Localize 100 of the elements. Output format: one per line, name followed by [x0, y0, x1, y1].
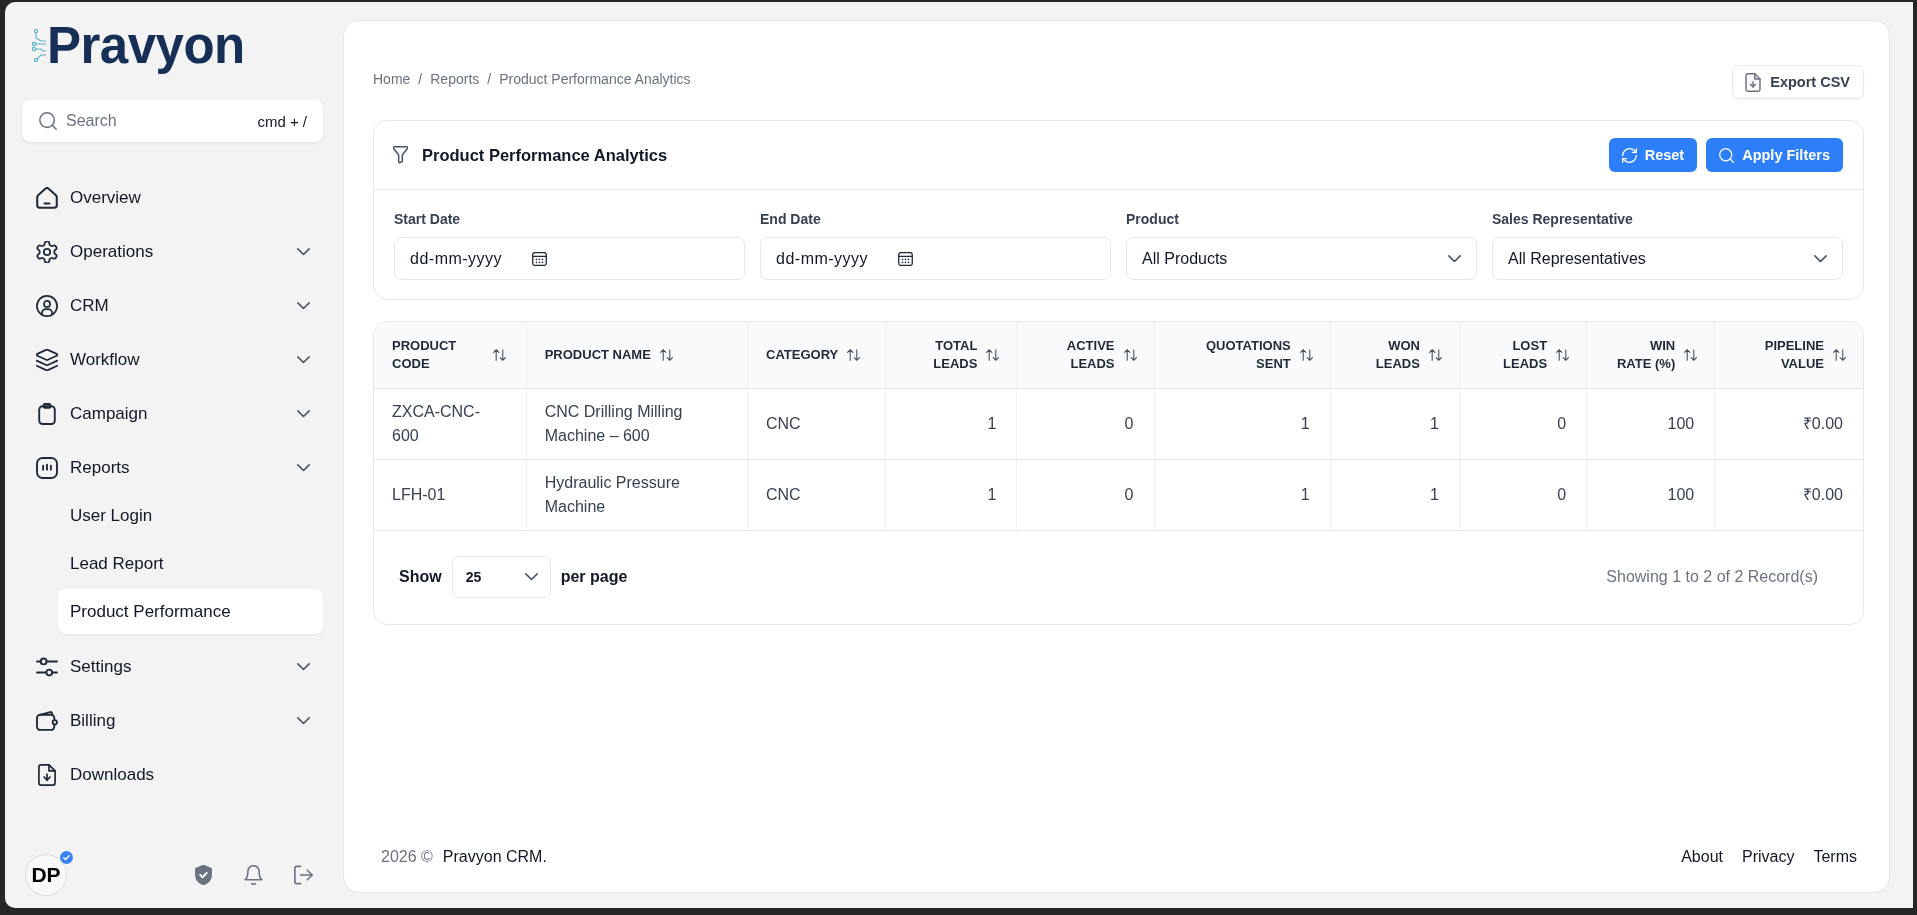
calendar-icon: [898, 251, 913, 266]
breadcrumb-separator: /: [418, 71, 423, 87]
nav-subitem[interactable]: User Login: [58, 493, 323, 538]
table-cell: CNC Drilling Milling Machine – 600: [526, 388, 748, 459]
select-field[interactable]: All Products: [1126, 237, 1477, 280]
table-cell: CNC: [747, 388, 886, 459]
breadcrumb-current: Product Performance Analytics: [499, 71, 691, 87]
field-label: Product: [1126, 211, 1180, 228]
chevron-down-icon: [297, 302, 310, 310]
chevron-down-icon: [297, 356, 310, 364]
breadcrumb-link[interactable]: Home: [373, 71, 411, 87]
layers-icon: [36, 349, 58, 371]
table-cell: LFH-01: [374, 459, 527, 530]
copyright-text: 2026 ©: [381, 848, 433, 865]
column-header: TOTAL LEADS: [932, 336, 978, 373]
sort-icon[interactable]: [659, 348, 673, 361]
file-download-icon: [36, 764, 58, 786]
nav-item[interactable]: Operations: [22, 230, 323, 274]
company-name: Pravyon CRM.: [442, 848, 547, 865]
date-field[interactable]: dd-mm-yyyy: [760, 237, 1111, 280]
pager-label: per page: [560, 568, 628, 586]
field-label: Sales Representative: [1492, 211, 1634, 228]
breadcrumb-link[interactable]: Reports: [430, 71, 480, 87]
gear-icon: [36, 241, 58, 263]
bar-chart-icon: [36, 457, 58, 479]
field-label: Start Date: [394, 211, 462, 228]
sort-icon[interactable]: [1556, 348, 1570, 361]
table-cell: 1: [1154, 388, 1331, 459]
apply-filters-button[interactable]: Apply Filters: [1706, 138, 1843, 172]
column-header: PIPELINE VALUE: [1763, 336, 1824, 373]
nav-item[interactable]: Workflow: [22, 338, 323, 382]
table-cell: ZXCA-CNC-600: [374, 388, 527, 459]
sort-icon[interactable]: [1123, 348, 1137, 361]
chevron-down-icon: [297, 717, 310, 725]
table-cell: CNC: [747, 459, 886, 530]
nav-item[interactable]: Overview: [22, 176, 323, 220]
table-cell: 1: [1330, 459, 1460, 530]
nav-item[interactable]: Settings: [22, 645, 323, 689]
table-cell: ₹0.00: [1714, 388, 1863, 459]
reset-button[interactable]: Reset: [1608, 138, 1698, 172]
bell-icon[interactable]: [244, 865, 263, 885]
nav-item[interactable]: Downloads: [22, 753, 323, 797]
column-header: ACTIVE LEADS: [1065, 336, 1115, 373]
nav-item[interactable]: CRM: [22, 284, 323, 328]
column-header: WIN RATE (%): [1616, 336, 1676, 373]
date-field[interactable]: dd-mm-yyyy: [394, 237, 745, 280]
sort-icon[interactable]: [1299, 348, 1313, 361]
refresh-icon: [1621, 147, 1637, 163]
breadcrumb-separator: /: [487, 71, 492, 87]
table-cell: 1: [885, 388, 1017, 459]
sort-icon[interactable]: [493, 348, 506, 361]
sort-icon[interactable]: [847, 348, 861, 361]
table-cell: 1: [885, 459, 1017, 530]
search-field[interactable]: Search cmd + /: [22, 100, 323, 142]
search-icon: [39, 112, 57, 130]
chevron-down-icon: [524, 573, 538, 581]
sort-icon[interactable]: [1428, 348, 1442, 361]
record-summary: Showing 1 to 2 of 2 Record(s): [1606, 568, 1818, 586]
avatar: DP: [25, 854, 67, 896]
footer-link[interactable]: Terms: [1813, 847, 1857, 867]
clipboard-icon: [36, 403, 58, 425]
chevron-down-icon: [297, 248, 310, 256]
table-cell: Hydraulic Pressure Machine: [526, 459, 748, 530]
nav-item[interactable]: Campaign: [22, 392, 323, 436]
pager-label: Show: [399, 568, 442, 586]
chevron-down-icon: [297, 663, 310, 671]
chevron-down-icon: [297, 410, 310, 418]
chevron-down-icon: [1448, 254, 1461, 263]
shield-check-icon[interactable]: [194, 865, 213, 885]
table-cell: 0: [1459, 459, 1587, 530]
footer-link[interactable]: About: [1681, 847, 1723, 867]
logout-icon[interactable]: [294, 865, 313, 885]
chevron-down-icon: [1814, 254, 1827, 263]
search-icon: [1719, 147, 1735, 163]
table-cell: 100: [1586, 459, 1715, 530]
sort-icon[interactable]: [986, 348, 1000, 361]
column-header: LOST LEADS: [1502, 336, 1548, 373]
logo-text: Pravyon: [47, 16, 245, 76]
select-field[interactable]: All Representatives: [1492, 237, 1843, 280]
house-icon: [36, 187, 58, 209]
table-cell: 0: [1016, 388, 1154, 459]
nav-subitem[interactable]: Product Performance: [58, 589, 323, 634]
export-csv-button[interactable]: Export CSV: [1732, 65, 1864, 99]
table-cell: 1: [1154, 459, 1331, 530]
footer-link[interactable]: Privacy: [1742, 847, 1795, 867]
nav-item[interactable]: Billing: [22, 699, 323, 743]
circuit-icon: [32, 27, 46, 65]
column-header: QUOTATIONS SENT: [1205, 336, 1291, 373]
sort-icon[interactable]: [1833, 348, 1846, 361]
sort-icon[interactable]: [1684, 348, 1698, 361]
nav-subitem[interactable]: Lead Report: [58, 541, 323, 586]
table-cell: ₹0.00: [1714, 459, 1863, 530]
sliders-icon: [36, 656, 58, 678]
nav-item[interactable]: Reports: [22, 446, 323, 490]
table-cell: 0: [1459, 388, 1587, 459]
user-circle-icon: [36, 295, 58, 317]
table-cell: 1: [1330, 388, 1460, 459]
table-cell: 100: [1586, 388, 1715, 459]
page-size-select[interactable]: 25: [451, 556, 551, 598]
chevron-down-icon: [297, 464, 310, 472]
